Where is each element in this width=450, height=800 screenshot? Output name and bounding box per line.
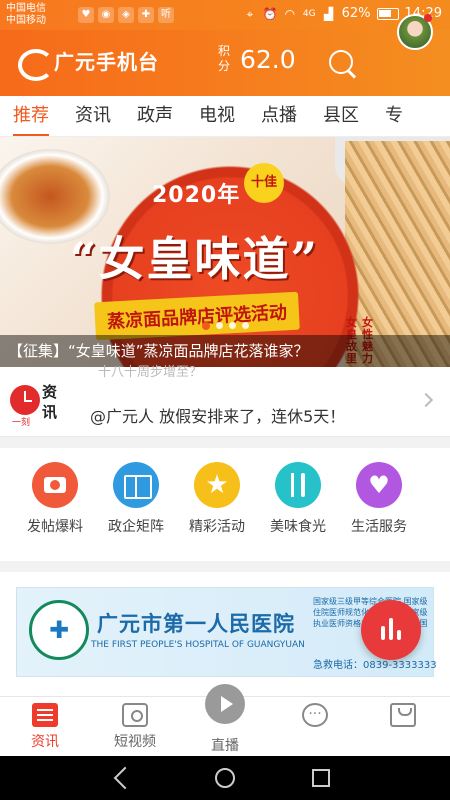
tab-vod[interactable]: 点播 — [248, 96, 310, 136]
banner-title: “女皇味道” — [70, 232, 319, 286]
notification-dot — [424, 14, 432, 22]
ad-hospital-name: 广元市第一人民医院 — [97, 612, 295, 636]
nav-live-label[interactable]: 直播 — [185, 735, 265, 755]
carousel-dots — [0, 322, 450, 330]
nav-label: 短视频 — [114, 734, 156, 750]
shopping-bag-icon — [390, 703, 416, 727]
service-events[interactable]: 精彩活动 — [177, 462, 257, 536]
banner-caption[interactable]: 【征集】“女皇味道”蒸凉面品牌店花落谁家？ — [0, 335, 450, 367]
chevron-right-icon[interactable] — [418, 392, 434, 408]
service-label: 生活服务 — [351, 519, 407, 535]
audio-bar-icon — [381, 626, 385, 640]
logo-char-top: 资 — [42, 383, 58, 401]
audio-bar-icon — [389, 618, 393, 640]
banner-year: 2020年 — [152, 183, 241, 208]
service-grid: 发帖爆料 政企矩阵 精彩活动 美味食光 生活服务 — [0, 448, 450, 561]
news-headline[interactable]: @广元人 放假安排来了，连休5天！ — [90, 403, 345, 427]
banner-carousel[interactable]: 2020年 十佳 “女皇味道” 蒸凉面品牌店评选活动 女皇故里 女性魅力 — [0, 137, 450, 367]
service-label: 美味食光 — [270, 519, 326, 535]
signal-icon: ▟ — [324, 6, 334, 21]
service-label: 发帖爆料 — [27, 519, 83, 535]
camera-icon — [32, 462, 78, 508]
star-icon — [194, 462, 240, 508]
audio-bar-icon — [397, 630, 401, 640]
nav-shop[interactable] — [363, 703, 443, 731]
home-icon[interactable] — [215, 768, 235, 788]
nav-news[interactable]: 资讯 — [5, 703, 85, 751]
shield-icon: ◈ — [118, 7, 134, 23]
battery-icon — [376, 7, 399, 20]
heart-monitor-icon: ♥ — [78, 7, 94, 23]
top-ten-badge: 十佳 — [244, 163, 284, 203]
carousel-dot[interactable] — [215, 322, 223, 329]
tab-politics[interactable]: 政声 — [124, 96, 186, 136]
service-label: 政企矩阵 — [108, 519, 164, 535]
wifi-icon: ◠ — [284, 6, 296, 21]
service-food[interactable]: 美味食光 — [258, 462, 338, 536]
logo-text: 广元手机台 — [54, 50, 159, 74]
app-header: 广元手机台 积分 62.0 — [0, 30, 450, 96]
chat-icon — [302, 703, 328, 727]
battery-percent: 62% — [341, 6, 371, 21]
book-icon — [113, 462, 159, 508]
news-ticker[interactable]: 资 讯 一刻 十八十周步增至？ @广元人 放假安排来了，连休5天！ — [0, 365, 450, 437]
app-logo: 广元手机台 — [16, 46, 159, 81]
alarm-icon: ⏰ — [262, 6, 278, 21]
channel-tabs: 推荐 资讯 政声 电视 点播 县区 专 — [0, 96, 450, 137]
back-icon[interactable] — [116, 769, 132, 787]
app-icon: ✚ — [138, 7, 154, 23]
points-display[interactable]: 积分 62.0 — [218, 44, 296, 74]
tab-county[interactable]: 县区 — [310, 96, 372, 136]
tab-special[interactable]: 专 — [372, 96, 416, 136]
search-icon[interactable] — [325, 46, 359, 80]
ad-english-name: THE FIRST PEOPLE'S HOSPITAL OF GUANGYUAN — [91, 640, 305, 650]
newspaper-icon — [32, 703, 58, 727]
notification-icons: ♥ ◉ ◈ ✚ 听 — [78, 7, 174, 23]
system-nav-bar — [0, 756, 450, 800]
nav-short-video[interactable]: 短视频 — [95, 703, 175, 751]
service-life[interactable]: 生活服务 — [339, 462, 419, 536]
status-bar: 中国电信 中国移动 ♥ ◉ ◈ ✚ 听 ⌖ ⏰ ◠ 4G ▟ 62% 14:29 — [0, 0, 450, 30]
points-value: 62.0 — [240, 44, 296, 74]
audio-floating-button[interactable] — [361, 600, 421, 660]
carousel-dot[interactable] — [201, 322, 210, 330]
nav-community[interactable] — [275, 703, 355, 731]
hospital-logo-icon — [29, 600, 89, 660]
nav-label: 资讯 — [31, 734, 59, 750]
service-label: 精彩活动 — [189, 519, 245, 535]
scrolling-prev-headline: 十八十周步增至？ — [98, 365, 203, 380]
tab-tv[interactable]: 电视 — [186, 96, 248, 136]
camera-icon — [122, 703, 148, 727]
drop-icon: ◉ — [98, 7, 114, 23]
fork-knife-icon — [275, 462, 321, 508]
ad-phone: 急救电话：0839-3333333 — [313, 660, 437, 671]
logo-char-bottom: 讯 — [42, 403, 58, 421]
tab-recommend[interactable]: 推荐 — [0, 96, 62, 136]
logo-small-text: 一刻 — [12, 418, 31, 428]
clock-icon — [10, 385, 40, 415]
logo-mark-icon — [16, 47, 54, 81]
tab-news[interactable]: 资讯 — [62, 96, 124, 136]
play-icon[interactable] — [205, 684, 245, 724]
location-icon: ⌖ — [246, 6, 254, 21]
heart-search-icon — [356, 462, 402, 508]
carrier-info: 中国电信 中国移动 — [6, 3, 46, 27]
carrier-1: 中国电信 — [6, 3, 46, 14]
carousel-dot[interactable] — [241, 322, 249, 329]
carousel-dot[interactable] — [228, 322, 236, 329]
news-flash-logo: 资 讯 一刻 — [10, 377, 70, 428]
network-type: 4G — [302, 8, 316, 19]
service-report[interactable]: 发帖爆料 — [15, 462, 95, 536]
recent-apps-icon[interactable] — [312, 769, 330, 787]
listen-app-icon: 听 — [158, 7, 174, 23]
carrier-2: 中国移动 — [6, 15, 46, 26]
points-label: 积分 — [218, 44, 231, 73]
service-matrix[interactable]: 政企矩阵 — [96, 462, 176, 536]
